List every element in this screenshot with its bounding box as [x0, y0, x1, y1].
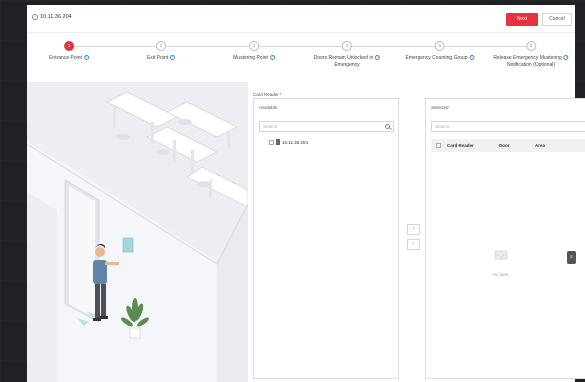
side-panel-toggle[interactable]: ≡ [567, 251, 576, 264]
available-panel: Available Search 10.11.36.204 [253, 98, 399, 379]
column-header-area[interactable]: Area [535, 143, 545, 148]
info-icon[interactable]: i [269, 55, 275, 61]
search-placeholder: Search [263, 124, 278, 129]
info-icon[interactable]: i [83, 55, 89, 61]
step-number: 5 [434, 41, 445, 51]
step-entrance-point[interactable]: 1 Entrance Point i [49, 41, 89, 62]
info-icon[interactable]: i [563, 55, 569, 61]
step-label-line2: Notification (Optional) [506, 62, 556, 68]
step-number: 2 [156, 41, 166, 51]
step-mustering-point[interactable]: 3 Mustering Point i [233, 41, 275, 62]
step-doors-unlocked[interactable]: 4 Doors Remain Unlocked in i Emergency [313, 41, 381, 69]
info-icon[interactable]: i [469, 55, 475, 61]
empty-text: No data. [492, 272, 510, 277]
info-icon[interactable]: i [375, 55, 381, 61]
step-label: Entrance Point [49, 55, 82, 61]
step-label: Release Emergency Mustering [493, 55, 562, 61]
selected-panel: Selected Search Card Reader Door Area No… [425, 98, 585, 379]
wizard-dialog: ‹ 10.11.36.204 Next Cancel 1 Entrance Po… [27, 5, 585, 382]
step-number: 1 [64, 41, 74, 51]
wizard-steps: 1 Entrance Point i 2 Exit Point i 3 Muster… [27, 41, 575, 81]
tree-checkbox[interactable] [269, 139, 274, 145]
selected-title: Selected [431, 105, 449, 110]
available-search-input[interactable]: Search [259, 121, 394, 132]
step-number: 3 [249, 41, 259, 51]
step-number: 6 [526, 41, 536, 51]
step-label: Exit Point [146, 55, 169, 61]
back-icon[interactable]: ‹ [32, 14, 38, 20]
move-left-button[interactable]: ‹ [407, 239, 420, 250]
cancel-button[interactable]: Cancel [542, 13, 572, 26]
step-number: 4 [341, 41, 352, 51]
step-exit-point[interactable]: 2 Exit Point i [146, 41, 176, 62]
step-label-line2: Emergency [334, 62, 360, 68]
dialog-header: ‹ 10.11.36.204 Next Cancel [27, 5, 575, 33]
device-icon [276, 139, 280, 145]
step-label: Emergency Counting Group [405, 55, 468, 61]
dialog-title: 10.11.36.204 [40, 14, 72, 20]
card-reader-label: Card Reader * [253, 92, 282, 97]
selected-search-input[interactable]: Search [431, 121, 585, 132]
step-counting-group[interactable]: 5 Emergency Counting Group i [406, 41, 475, 62]
step-release-notification[interactable]: 6 Release Emergency Mustering i Notificati… [493, 41, 569, 69]
search-placeholder: Search [435, 124, 450, 129]
selected-table-header: Card Reader Door Area [431, 139, 585, 152]
available-title: Available [259, 105, 278, 110]
step-label: Doors Remain Unlocked in [313, 55, 374, 61]
search-icon[interactable] [385, 124, 390, 129]
entrance-illustration [27, 82, 248, 382]
step-label: Mustering Point [233, 55, 268, 61]
tree-item-label: 10.11.36.204 [282, 139, 308, 145]
info-icon[interactable]: i [170, 55, 176, 61]
empty-state: No data. [481, 247, 521, 277]
column-header-card-reader[interactable]: Card Reader [447, 143, 474, 148]
empty-box-icon [494, 250, 508, 260]
tree-item-device[interactable]: 10.11.36.204 [269, 139, 308, 145]
column-header-door[interactable]: Door [499, 143, 510, 148]
next-button[interactable]: Next [506, 13, 538, 26]
select-all-checkbox[interactable] [436, 143, 441, 148]
move-right-button[interactable]: › [407, 224, 420, 235]
